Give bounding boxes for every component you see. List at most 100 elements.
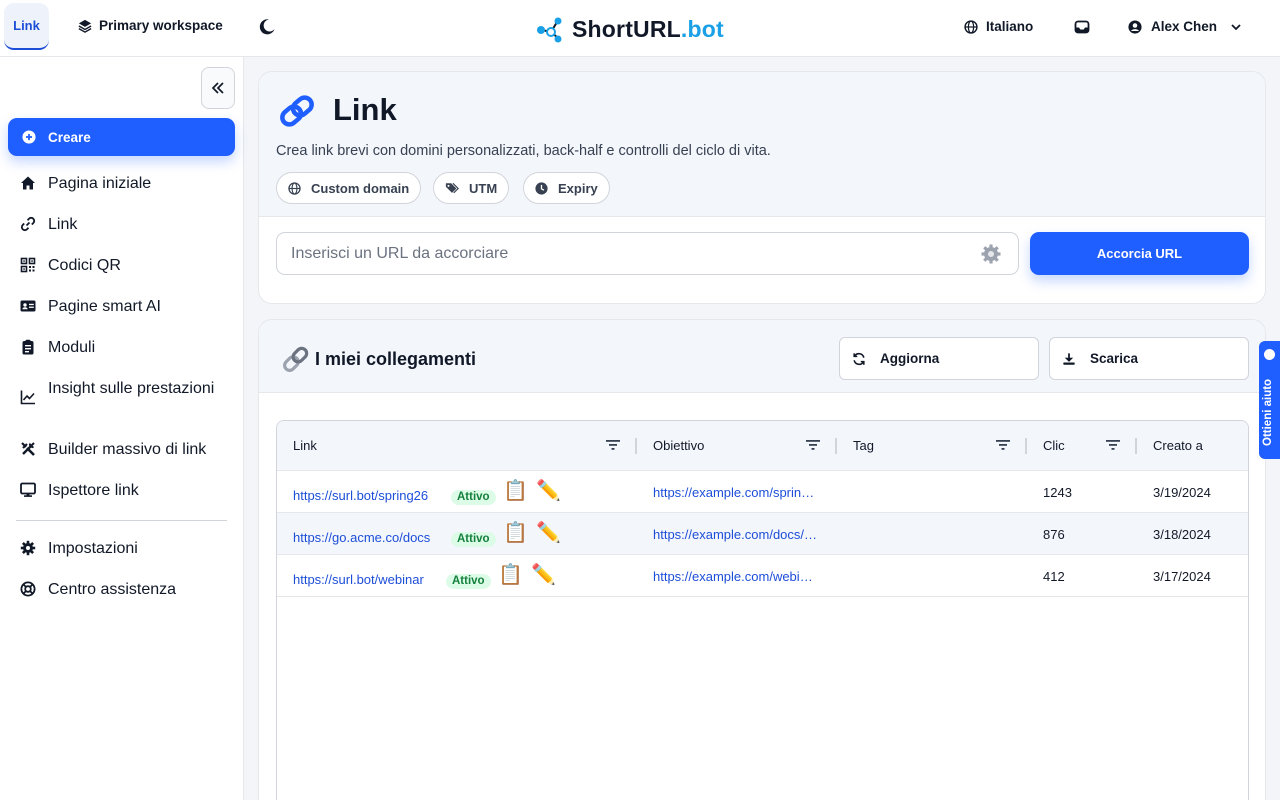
collapse-sidebar-button[interactable] xyxy=(201,67,235,109)
edit-pencil-icon[interactable]: ✏️ xyxy=(531,564,556,586)
clock-icon xyxy=(535,181,548,195)
sidebar-item-label: Impostazioni xyxy=(48,540,138,557)
my-links-title: I miei collegamenti xyxy=(281,345,476,373)
table-header: Link Obiettivo Tag Clic Creato a xyxy=(277,421,1248,471)
sidebar-item-help-center[interactable]: Centro assistenza xyxy=(20,580,228,600)
sidebar: Creare Pagina iniziale Link Codici QR Pa… xyxy=(0,57,244,800)
copy-clipboard-icon[interactable]: 📋 xyxy=(503,522,528,544)
get-help-tab[interactable]: Ottieni aiuto xyxy=(1259,341,1280,459)
column-separator[interactable] xyxy=(1025,438,1027,454)
filter-icon[interactable] xyxy=(1106,439,1120,451)
column-separator[interactable] xyxy=(635,438,637,454)
url-input[interactable]: Inserisci un URL da accorciare xyxy=(276,232,1019,275)
moon-icon[interactable] xyxy=(258,18,276,36)
sidebar-item-label: Builder massivo di link xyxy=(48,441,207,458)
table-row[interactable]: https://surl.bot/webinar Attivo 📋 ✏️ htt… xyxy=(277,555,1248,597)
column-header-clicks[interactable]: Clic xyxy=(1043,438,1065,453)
sidebar-item-link-inspector[interactable]: Ispettore link xyxy=(20,481,228,501)
chip-label: Custom domain xyxy=(311,180,410,196)
clicks-count: 412 xyxy=(1043,569,1065,584)
status-badge: Attivo xyxy=(446,574,491,589)
user-menu[interactable]: Alex Chen xyxy=(1128,19,1242,34)
created-date: 3/19/2024 xyxy=(1153,485,1211,500)
sidebar-item-label: Pagina iniziale xyxy=(48,175,152,192)
sidebar-divider xyxy=(16,520,227,521)
create-link-header: Link Crea link brevi con domini personal… xyxy=(259,72,1265,217)
globe-icon xyxy=(288,181,301,195)
copy-clipboard-icon[interactable]: 📋 xyxy=(503,480,528,502)
sidebar-item-bulk-builder[interactable]: Builder massivo di link xyxy=(20,440,228,460)
sidebar-item-label: Ispettore link xyxy=(48,482,139,499)
short-link[interactable]: https://go.acme.co/docs xyxy=(293,530,430,545)
sidebar-item-link[interactable]: Link xyxy=(20,215,228,235)
filter-icon[interactable] xyxy=(606,439,620,451)
sidebar-item-label: Pagine smart AI xyxy=(48,298,161,315)
sidebar-item-forms[interactable]: Moduli xyxy=(20,338,228,358)
clicks-count: 1243 xyxy=(1043,485,1072,500)
chain-link-icon xyxy=(280,95,314,127)
help-icon xyxy=(1264,349,1275,360)
column-separator[interactable] xyxy=(835,438,837,454)
inbox-icon[interactable] xyxy=(1074,19,1090,35)
sidebar-item-insights[interactable]: Insight sulle prestazioni xyxy=(20,379,228,405)
create-button[interactable]: Creare xyxy=(8,118,235,156)
chip-label: Expiry xyxy=(558,180,598,196)
monitor-icon xyxy=(20,482,36,497)
user-name: Alex Chen xyxy=(1151,19,1218,34)
refresh-label: Aggiorna xyxy=(880,351,940,366)
created-date: 3/17/2024 xyxy=(1153,569,1211,584)
page-subtitle: Crea link brevi con domini personalizzat… xyxy=(276,143,771,159)
download-button[interactable]: Scarica xyxy=(1049,337,1249,380)
brand-logo[interactable]: ShortURL.bot xyxy=(536,14,724,44)
qr-code-icon xyxy=(20,257,36,273)
sidebar-item-settings[interactable]: Impostazioni xyxy=(20,539,228,559)
my-links-title-text: I miei collegamenti xyxy=(315,348,477,369)
language-selector[interactable]: Italiano xyxy=(964,19,1033,34)
my-links-header: I miei collegamenti Aggiorna Scarica xyxy=(259,320,1265,393)
column-header-tag[interactable]: Tag xyxy=(853,438,874,453)
settings-gear-icon[interactable] xyxy=(980,243,1002,265)
chip-utm[interactable]: UTM xyxy=(433,172,510,204)
sidebar-item-qr-codes[interactable]: Codici QR xyxy=(20,256,228,276)
chevron-down-icon xyxy=(1231,23,1241,30)
language-label: Italiano xyxy=(986,19,1034,34)
shorten-url-button[interactable]: Accorcia URL xyxy=(1030,232,1249,275)
column-header-link[interactable]: Link xyxy=(293,438,317,453)
filter-icon[interactable] xyxy=(806,439,820,451)
get-help-label: Ottieni aiuto xyxy=(1262,378,1274,446)
filter-icon[interactable] xyxy=(996,439,1010,451)
user-avatar-icon xyxy=(1128,19,1142,34)
target-url[interactable]: https://example.com/docs/getting-started xyxy=(653,527,818,542)
edit-pencil-icon[interactable]: ✏️ xyxy=(536,480,561,502)
short-link[interactable]: https://surl.bot/spring26 xyxy=(293,488,428,503)
link-icon xyxy=(20,216,36,232)
workspace-switcher[interactable]: Primary workspace xyxy=(78,18,223,33)
brand-name: ShortURL xyxy=(572,15,681,42)
chip-expiry[interactable]: Expiry xyxy=(523,172,610,204)
my-links-card: I miei collegamenti Aggiorna Scarica Lin… xyxy=(258,319,1266,800)
column-separator[interactable] xyxy=(1135,438,1137,454)
sidebar-item-home[interactable]: Pagina iniziale xyxy=(20,174,228,194)
brand-tld: .bot xyxy=(680,15,724,42)
column-header-target[interactable]: Obiettivo xyxy=(653,438,704,453)
sidebar-item-label: Link xyxy=(48,216,78,233)
clipboard-icon xyxy=(22,339,34,355)
target-url[interactable]: https://example.com/webinar xyxy=(653,569,816,584)
status-badge: Attivo xyxy=(451,490,496,505)
column-header-created[interactable]: Creato a xyxy=(1153,438,1203,453)
copy-clipboard-icon[interactable]: 📋 xyxy=(498,564,523,586)
refresh-button[interactable]: Aggiorna xyxy=(839,337,1039,380)
table-row[interactable]: https://surl.bot/spring26 Attivo 📋 ✏️ ht… xyxy=(277,471,1248,513)
edit-pencil-icon[interactable]: ✏️ xyxy=(536,522,561,544)
short-link[interactable]: https://surl.bot/webinar xyxy=(293,572,424,587)
lifebuoy-icon xyxy=(20,581,36,597)
workspace-label: Primary workspace xyxy=(99,18,223,33)
target-url[interactable]: https://example.com/spring-sale xyxy=(653,485,821,500)
sidebar-item-label: Insight sulle prestazioni xyxy=(48,380,215,397)
table-row[interactable]: https://go.acme.co/docs Attivo 📋 ✏️ http… xyxy=(277,513,1248,555)
chip-custom-domain[interactable]: Custom domain xyxy=(276,172,422,204)
sidebar-item-label: Centro assistenza xyxy=(48,581,177,598)
create-label: Creare xyxy=(48,129,91,145)
tab-link[interactable]: Link xyxy=(4,3,49,50)
sidebar-item-smart-pages[interactable]: Pagine smart AI xyxy=(20,297,228,317)
